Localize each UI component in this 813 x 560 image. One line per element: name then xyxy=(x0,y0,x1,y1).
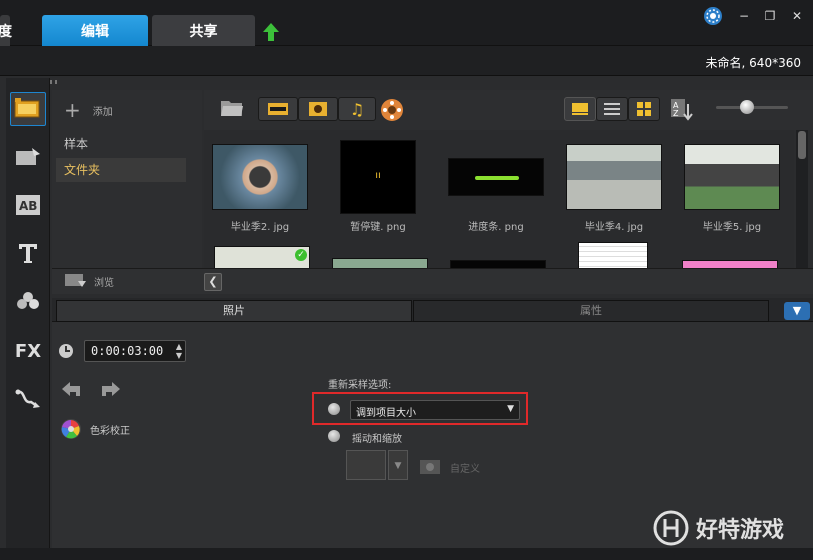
close-button[interactable]: ✕ xyxy=(789,8,805,24)
color-correction-label: 色彩校正 xyxy=(90,425,130,437)
view-thumbnails-button[interactable] xyxy=(564,97,596,121)
clock-icon xyxy=(59,344,73,358)
duration-field[interactable]: 0:00:03:00 ▲ ▼ xyxy=(84,340,186,362)
plus-icon: + xyxy=(64,98,81,122)
list-view-icon xyxy=(604,103,620,115)
thumbnail-item[interactable]: ✓ xyxy=(214,246,310,270)
library-toolbar: ♫ AZ xyxy=(204,90,813,130)
fx-icon[interactable]: FX xyxy=(10,334,46,368)
media-icon[interactable] xyxy=(10,92,46,126)
svg-text:AB: AB xyxy=(19,199,37,213)
thumbnail-caption: 毕业季2. jpg xyxy=(230,222,290,233)
zoom-slider-handle[interactable] xyxy=(740,100,754,114)
transition-icon[interactable] xyxy=(10,140,46,174)
tab-photo[interactable]: 照片 xyxy=(56,300,412,322)
resample-label: 重新采样选项: xyxy=(328,380,392,391)
add-folder-button[interactable]: + 添加 xyxy=(64,100,144,120)
color-correction-button[interactable]: 色彩校正 xyxy=(60,418,130,440)
rotate-left-icon[interactable] xyxy=(60,380,84,400)
watermark: 好特游戏 xyxy=(652,508,812,548)
rotate-right-icon[interactable] xyxy=(98,380,122,400)
thumbnail-image xyxy=(566,144,662,210)
library-scrollbar-thumb[interactable] xyxy=(798,131,806,159)
collapse-left-button[interactable]: ❮ xyxy=(204,273,222,291)
tab-edit[interactable]: 编辑 xyxy=(42,15,148,46)
sort-az-icon[interactable]: AZ xyxy=(670,98,694,122)
thumbnail-view-icon xyxy=(572,103,588,115)
thumbnail-item[interactable] xyxy=(578,242,648,270)
pan-zoom-radio[interactable] xyxy=(328,430,340,442)
duration-stepper-icon[interactable]: ▲ ▼ xyxy=(176,342,182,360)
preset-preview[interactable] xyxy=(346,450,386,480)
view-list-button[interactable] xyxy=(596,97,628,121)
collapse-panel-button[interactable]: ▼ xyxy=(784,302,810,320)
thumbnail-caption: 毕业季5. jpg xyxy=(702,222,762,233)
preset-dropdown[interactable]: ▼ xyxy=(388,450,408,480)
left-toolbar: AB FX xyxy=(6,78,50,548)
photo-icon xyxy=(309,102,327,116)
restore-button[interactable]: ❐ xyxy=(762,8,778,24)
grid-view-icon xyxy=(637,102,651,116)
top-bar: 度 编辑 共享 − ❐ ✕ xyxy=(0,0,813,46)
check-icon: ✓ xyxy=(295,249,307,261)
library-tree: + 添加 样本 文件夹 xyxy=(52,90,202,268)
thumbnail-image: ıı xyxy=(340,140,416,214)
upload-arrow-icon[interactable] xyxy=(262,22,280,42)
media-thumbnail-grid: 毕业季2. jpg ıı 暂停键. png 进度条. png 毕业季4. jpg… xyxy=(204,130,794,270)
custom-label: 自定义 xyxy=(450,464,480,475)
add-label: 添加 xyxy=(92,106,113,118)
custom-settings-icon[interactable] xyxy=(418,456,442,476)
project-info-label: 未命名, 640*360 xyxy=(705,56,801,70)
watermark-text: 好特游戏 xyxy=(696,518,785,543)
svg-text:Z: Z xyxy=(673,109,679,118)
music-note-icon: ♫ xyxy=(349,99,365,119)
minimize-button[interactable]: − xyxy=(736,8,752,24)
flash-filter-icon[interactable] xyxy=(380,98,404,122)
thumbnail-caption: 暂停键. png xyxy=(350,222,406,233)
thumbnail-item[interactable]: 毕业季2. jpg xyxy=(210,144,310,233)
thumbnail-item[interactable]: 进度条. png xyxy=(446,158,546,233)
thumbnail-image xyxy=(212,144,308,210)
watermark-logo-icon xyxy=(653,510,689,546)
library-item-sample[interactable]: 样本 xyxy=(56,132,186,156)
view-grid-button[interactable] xyxy=(628,97,660,121)
thumbnail-caption: 毕业季4. jpg xyxy=(584,222,644,233)
folder-open-icon[interactable] xyxy=(220,98,244,118)
tab-attributes[interactable]: 属性 xyxy=(413,300,769,322)
thumbnail-item[interactable]: ıı 暂停键. png xyxy=(328,140,428,233)
library-item-folder[interactable]: 文件夹 xyxy=(56,158,186,182)
browse-row: 浏览 ❮ xyxy=(52,268,813,294)
browse-label: 浏览 xyxy=(94,277,114,289)
tab-share[interactable]: 共享 xyxy=(152,15,255,46)
thumbnail-item[interactable]: 毕业季5. jpg xyxy=(682,144,782,233)
thumbnail-image xyxy=(448,158,544,196)
thumbnail-image xyxy=(684,144,780,210)
text-icon[interactable] xyxy=(10,236,46,270)
project-info-bar: 未命名, 640*360 xyxy=(0,46,813,76)
color-wheel-icon xyxy=(61,419,81,439)
thumbnail-item[interactable]: 毕业季4. jpg xyxy=(564,144,664,233)
graphics-icon[interactable] xyxy=(10,284,46,318)
annotation-highlight-box xyxy=(312,392,528,425)
browse-button[interactable]: 浏览 xyxy=(64,273,114,289)
settings-icon[interactable] xyxy=(704,7,722,25)
browse-folder-icon xyxy=(65,274,86,287)
filter-audio-button[interactable]: ♫ xyxy=(338,97,376,121)
video-editor-window: 度 编辑 共享 − ❐ ✕ 未命名, 640*360 AB FX + 添加 样本… xyxy=(0,0,813,560)
title-ab-icon[interactable]: AB xyxy=(10,188,46,222)
path-icon[interactable] xyxy=(10,382,46,416)
thumbnail-caption: 进度条. png xyxy=(468,222,524,233)
tab-capture[interactable]: 度 xyxy=(0,15,12,46)
filter-photo-button[interactable] xyxy=(298,97,338,121)
bottom-bar xyxy=(0,548,813,560)
filter-video-button[interactable] xyxy=(258,97,298,121)
video-strip-icon xyxy=(268,103,288,115)
pan-zoom-label: 摇动和缩放 xyxy=(352,434,402,445)
duration-value: 0:00:03:00 xyxy=(91,344,164,358)
